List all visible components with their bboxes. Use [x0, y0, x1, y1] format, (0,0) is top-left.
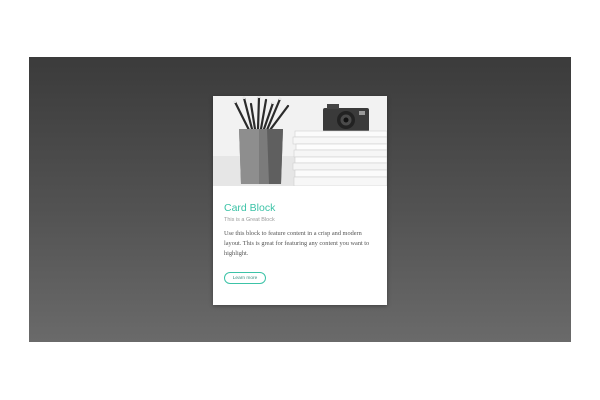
learn-more-button[interactable]: Learn more: [224, 272, 266, 284]
pencils-camera-photo: [213, 96, 387, 186]
card-subtitle: This is a Great Block: [224, 217, 275, 223]
card-title: Card Block: [224, 202, 276, 214]
card-body-text: Use this block to feature content in a c…: [224, 230, 370, 257]
card-image: [213, 96, 387, 186]
card-block: Card Block This is a Great Block Use thi…: [213, 96, 387, 305]
preview-stage: Card Block This is a Great Block Use thi…: [29, 57, 571, 342]
